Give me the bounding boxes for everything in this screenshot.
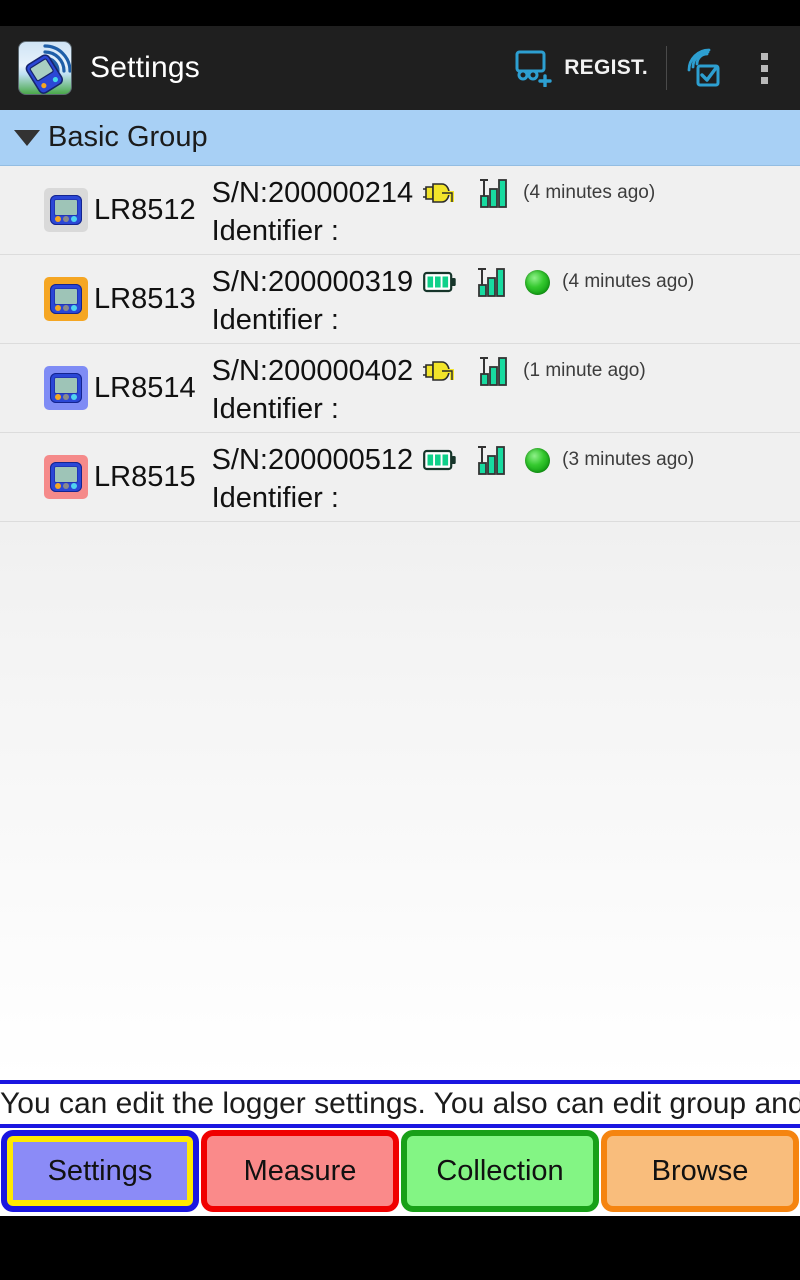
tab-settings-label: Settings <box>47 1154 153 1187</box>
device-status-line: S/N:200000214 (4 minutes ago) <box>212 172 800 214</box>
led-icon <box>63 305 69 311</box>
device-row[interactable]: LR8512 S/N:200000214 (4 minutes ago) Identi… <box>0 166 800 255</box>
signal-bars-icon <box>478 446 506 475</box>
led-icon <box>63 394 69 400</box>
device-type-icon <box>44 188 88 232</box>
led-icon <box>63 483 69 489</box>
app-screen: Settings REGIST. Basic Group LR8512 S/N:… <box>0 0 800 1280</box>
battery-full-icon <box>423 449 456 471</box>
logger-glyph <box>50 462 82 492</box>
device-last-seen: (4 minutes ago) <box>562 271 695 292</box>
device-status-line: S/N:200000402 (1 minute ago) <box>212 350 800 392</box>
device-row[interactable]: LR8515 S/N:200000512 (3 minutes ago) Identi… <box>0 433 800 522</box>
device-model: LR8512 <box>94 193 196 226</box>
wifi-check-button[interactable] <box>673 26 739 110</box>
led-icon <box>71 216 77 222</box>
device-identifier: Identifier : <box>211 482 339 514</box>
recording-green-icon <box>525 269 551 295</box>
device-list: LR8512 S/N:200000214 (4 minutes ago) Identi… <box>0 166 800 522</box>
device-last-seen: (4 minutes ago) <box>523 182 656 203</box>
register-label: REGIST. <box>564 56 648 79</box>
device-model: LR8513 <box>94 282 196 315</box>
register-logger-button[interactable]: REGIST. <box>503 26 660 110</box>
led-icon <box>55 305 61 311</box>
device-type-icon <box>44 455 88 499</box>
logger-glyph <box>50 195 82 225</box>
tab-settings[interactable]: Settings <box>1 1130 199 1212</box>
device-status-line: S/N:200000512 (3 minutes ago) <box>212 439 800 481</box>
app-icon-art <box>25 44 71 94</box>
device-details: S/N:200000512 (3 minutes ago) Identifier : <box>212 439 800 515</box>
tab-browse-label: Browse <box>651 1154 749 1187</box>
led-icon <box>63 216 69 222</box>
overflow-menu-icon <box>761 76 768 84</box>
overflow-menu-button[interactable] <box>739 52 786 84</box>
ac-plug-icon <box>423 361 455 381</box>
battery-full-icon <box>423 271 456 293</box>
device-serial: S/N:200000512 <box>211 443 414 476</box>
ac-plug-icon <box>423 183 455 203</box>
device-model: LR8514 <box>94 371 196 404</box>
group-name: Basic Group <box>48 121 208 153</box>
recording-green-icon <box>525 447 551 473</box>
device-details: S/N:200000214 (4 minutes ago) Identifier : <box>212 172 800 248</box>
device-details: S/N:200000319 (4 minutes ago) Identifier : <box>212 261 800 337</box>
tab-measure[interactable]: Measure <box>201 1130 399 1212</box>
chevron-down-icon[interactable] <box>14 129 40 146</box>
tab-collection-label: Collection <box>436 1154 564 1187</box>
device-identifier: Identifier : <box>211 393 339 425</box>
device-status-line: S/N:200000319 (4 minutes ago) <box>212 261 800 303</box>
action-bar-actions: REGIST. <box>503 26 786 110</box>
signal-bars-icon <box>478 268 506 297</box>
led-icon <box>71 305 77 311</box>
group-header[interactable]: Basic Group <box>0 110 800 166</box>
device-serial: S/N:200000402 <box>211 354 414 387</box>
led-icon <box>55 483 61 489</box>
logger-glyph <box>50 284 82 314</box>
system-navigation-bar <box>0 1216 800 1280</box>
device-last-seen: (1 minute ago) <box>523 360 646 381</box>
device-identifier: Identifier : <box>211 215 339 247</box>
hint-text: You can edit the logger settings. You al… <box>0 1087 800 1120</box>
device-type-icon <box>44 277 88 321</box>
device-row[interactable]: LR8513 S/N:200000319 (4 minutes ago) Identi… <box>0 255 800 344</box>
led-icon <box>71 483 77 489</box>
device-type-icon <box>44 366 88 410</box>
device-model: LR8515 <box>94 460 196 493</box>
action-bar-divider <box>666 46 667 90</box>
hint-bar: You can edit the logger settings. You al… <box>0 1080 800 1128</box>
overflow-menu-icon <box>761 52 768 60</box>
tab-browse[interactable]: Browse <box>601 1130 799 1212</box>
led-icon <box>71 394 77 400</box>
bottom-tab-bar: Settings Measure Collection Browse <box>0 1128 800 1216</box>
device-details: S/N:200000402 (1 minute ago) Identifier : <box>212 350 800 426</box>
overflow-menu-icon <box>761 64 768 72</box>
signal-bars-icon <box>480 357 508 386</box>
led-icon <box>55 394 61 400</box>
device-last-seen: (3 minutes ago) <box>562 449 695 470</box>
logger-wifi-app-icon <box>18 41 72 95</box>
device-serial: S/N:200000214 <box>211 176 414 209</box>
empty-list-area <box>0 522 800 1080</box>
action-bar: Settings REGIST. <box>0 26 800 110</box>
logger-glyph <box>50 373 82 403</box>
system-status-bar <box>0 0 800 26</box>
tab-collection[interactable]: Collection <box>401 1130 599 1212</box>
device-identifier: Identifier : <box>211 304 339 336</box>
device-row[interactable]: LR8514 S/N:200000402 (1 minute ago) Identif… <box>0 344 800 433</box>
add-logger-icon <box>515 50 552 87</box>
led-icon <box>55 216 61 222</box>
tab-measure-label: Measure <box>243 1154 357 1187</box>
page-title: Settings <box>90 51 200 84</box>
signal-bars-icon <box>480 179 508 208</box>
device-serial: S/N:200000319 <box>211 265 414 298</box>
wifi-check-icon <box>687 48 720 87</box>
